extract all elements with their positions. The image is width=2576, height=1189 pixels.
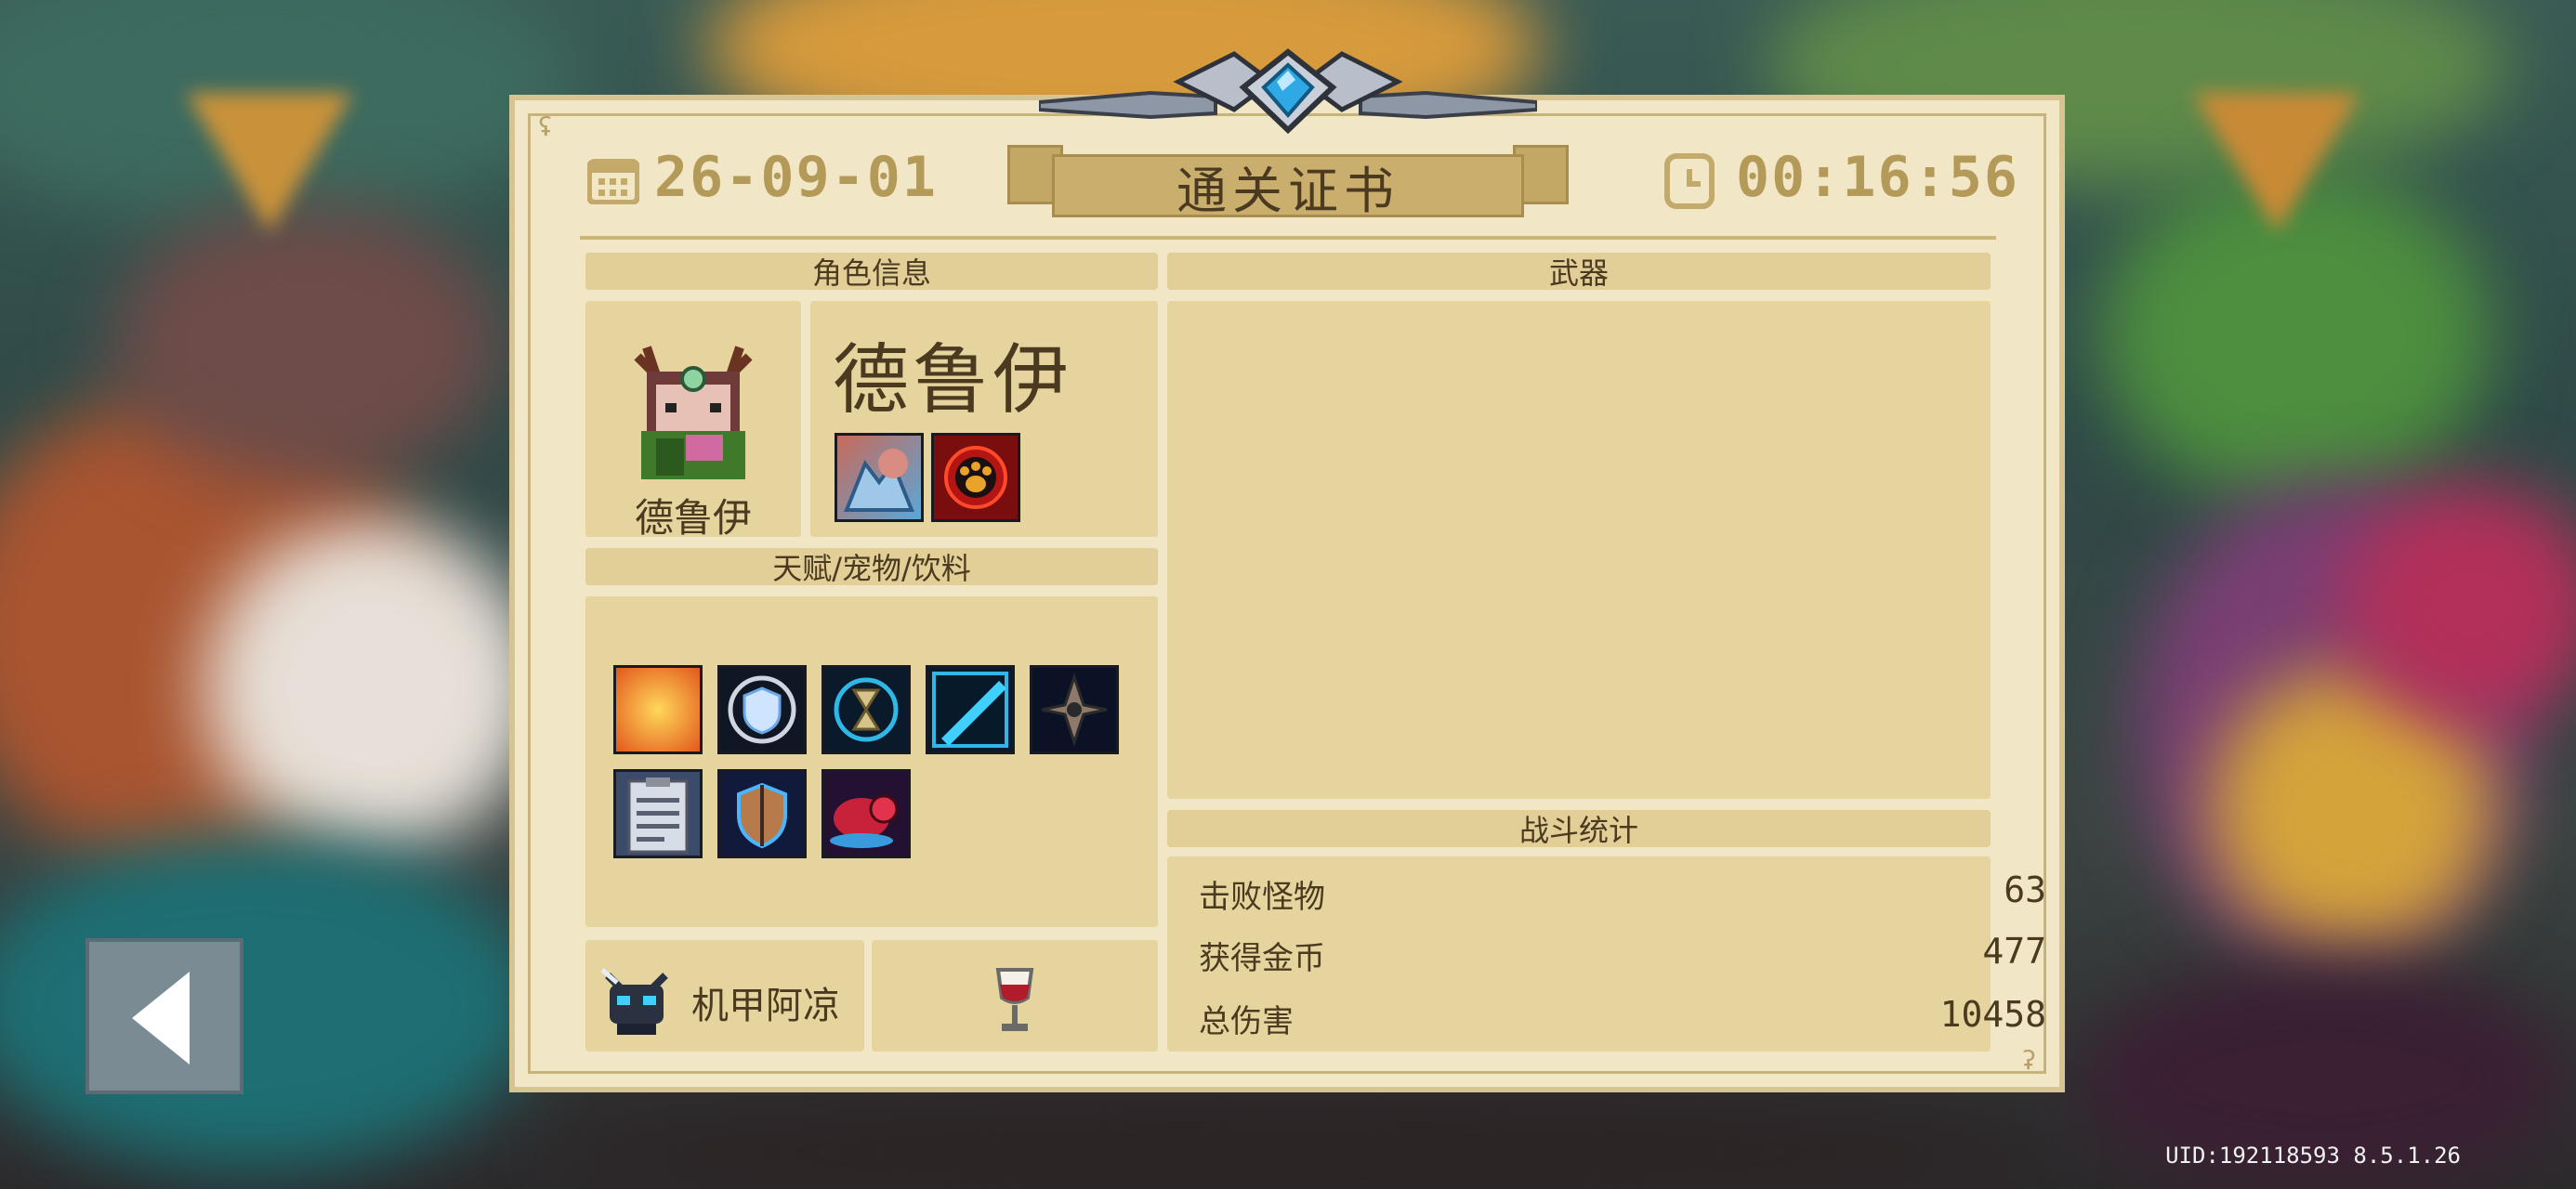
pet-name: 机甲阿凉 xyxy=(691,985,840,1027)
flame-cat-icon[interactable] xyxy=(613,665,703,754)
shuriken-icon[interactable] xyxy=(1030,665,1119,754)
weapons-box xyxy=(1167,301,1991,799)
paw-emblem-icon[interactable] xyxy=(931,433,1020,522)
certificate-title: 通关证书 xyxy=(1176,161,1400,220)
back-arrow-icon xyxy=(132,972,190,1065)
clear-date: 26-09-01 xyxy=(654,145,938,210)
talents-title: 天赋/宠物/饮料 xyxy=(772,551,971,586)
character-name-small: 德鲁伊 xyxy=(634,495,752,541)
clock-icon xyxy=(1664,153,1715,209)
header-divider xyxy=(580,236,1996,240)
stat-label-gold: 获得金币 xyxy=(1199,940,1325,977)
character-info-header: 角色信息 xyxy=(585,253,1158,291)
lightning-shield-icon[interactable] xyxy=(717,769,807,858)
druid-portrait-icon xyxy=(634,346,753,479)
stat-label-kills: 击败怪物 xyxy=(1199,879,1325,916)
crest-ornament xyxy=(1039,48,1537,135)
weapons-title: 武器 xyxy=(1548,255,1609,291)
battle-stats-title: 战斗统计 xyxy=(1518,813,1638,848)
stat-label-damage: 总伤害 xyxy=(1199,1003,1294,1040)
talents-box xyxy=(585,596,1158,927)
weapons-header: 武器 xyxy=(1167,253,1991,291)
uid-version-text: UID:192118593 8.5.1.26 xyxy=(2165,1143,2461,1169)
corner-ornament: ʡ xyxy=(2021,1045,2037,1076)
drink-box[interactable] xyxy=(872,940,1158,1052)
character-info-title: 角色信息 xyxy=(811,255,931,291)
slash-icon[interactable] xyxy=(926,665,1015,754)
clear-time: 00:16:56 xyxy=(1736,145,2019,210)
character-detail-box: 德鲁伊 xyxy=(810,301,1158,537)
certificate-title-banner: 通关证书 xyxy=(1052,154,1524,220)
hourglass-icon[interactable] xyxy=(821,665,911,754)
clipboard-icon[interactable] xyxy=(613,769,703,858)
character-portrait-box[interactable]: 德鲁伊 xyxy=(585,301,801,541)
shield-icon[interactable] xyxy=(717,665,807,754)
character-name-large: 德鲁伊 xyxy=(833,336,1073,425)
talents-header: 天赋/宠物/饮料 xyxy=(585,548,1158,586)
wine-glass-icon xyxy=(995,968,1034,1031)
back-button[interactable] xyxy=(85,938,243,1094)
stat-value-damage: 10458 xyxy=(1939,994,2046,1035)
stat-value-gold: 477 xyxy=(1982,931,2046,972)
corner-ornament: ʢ xyxy=(537,111,553,142)
mech-cat-icon xyxy=(600,968,668,1035)
stat-value-kills: 63 xyxy=(2004,869,2046,910)
calendar-icon xyxy=(587,159,639,204)
red-worm-icon[interactable] xyxy=(821,769,911,858)
wolf-companion-icon[interactable] xyxy=(835,433,924,522)
pet-box[interactable]: 机甲阿凉 xyxy=(585,940,864,1052)
battle-stats-header: 战斗统计 xyxy=(1167,810,1991,848)
